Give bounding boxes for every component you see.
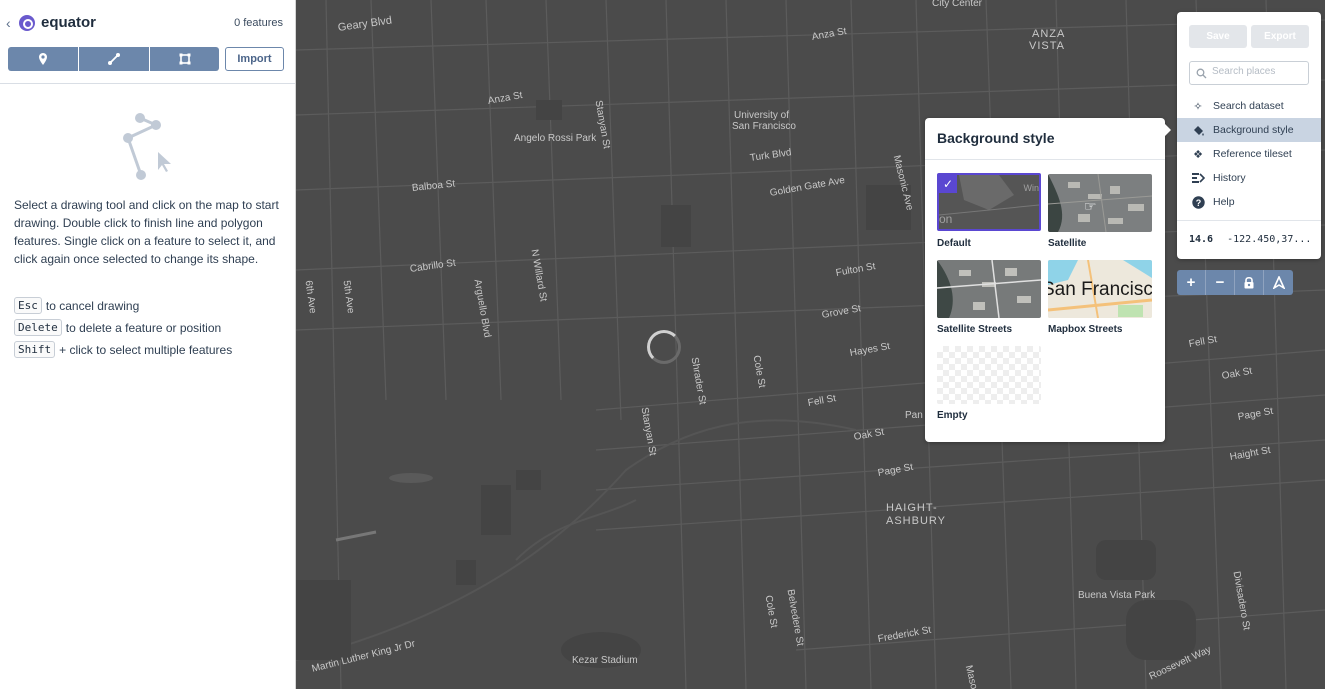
draw-illustration-icon: [123, 113, 171, 180]
line-icon: [108, 53, 120, 65]
map-label: Kezar Stadium: [572, 655, 638, 666]
shortcut-delete: Delete to delete a feature or position: [14, 319, 221, 336]
kbd-key: Delete: [14, 319, 62, 336]
paint-bucket-icon: [1191, 123, 1205, 137]
style-option-label: Default: [937, 238, 971, 249]
menu-reference-tileset[interactable]: ❖ Reference tileset: [1177, 142, 1321, 166]
export-button[interactable]: Export: [1251, 25, 1309, 48]
app-logo-icon: [19, 15, 35, 31]
polygon-icon: [179, 53, 190, 65]
search-places-field[interactable]: [1189, 61, 1309, 85]
sidebar-header: ‹ equator 0 features Import: [0, 0, 295, 84]
search-icon: [1196, 68, 1207, 79]
kbd-key: Esc: [14, 297, 42, 314]
help-icon: ?: [1191, 195, 1205, 209]
shortcut-text: to delete a feature or position: [65, 320, 222, 335]
map-label: Pan: [905, 410, 923, 421]
map-label: City Center: [932, 0, 983, 9]
menu-help[interactable]: ? Help: [1177, 190, 1321, 214]
style-option-label: Empty: [937, 410, 968, 421]
lock-icon: [1244, 276, 1254, 289]
map-label: Buena Vista Park: [1078, 590, 1156, 601]
satellite-thumb: [1048, 174, 1152, 232]
style-option-label: Mapbox Streets: [1048, 324, 1123, 335]
map-label: HAIGHT-: [886, 502, 938, 514]
map-label: Angelo Rossi Park: [514, 133, 597, 144]
lnglat: -122.450,37...: [1227, 234, 1312, 245]
style-option-mapbox-streets[interactable]: San Francisco: [1048, 260, 1152, 318]
menu-label: History: [1213, 172, 1246, 184]
compass-arrow-icon: [1272, 276, 1285, 289]
sparkle-icon: ✧: [1193, 100, 1203, 113]
save-button[interactable]: Save: [1189, 25, 1247, 48]
feature-count: 0 features: [234, 17, 283, 29]
style-option-satellite[interactable]: ☞: [1048, 174, 1152, 232]
map-label: University of: [734, 110, 790, 121]
loading-spinner: [647, 330, 681, 364]
zoom-level: 14.6: [1189, 234, 1214, 245]
svg-text:?: ?: [1195, 198, 1201, 208]
shortcut-esc: Esc to cancel drawing: [14, 297, 139, 314]
background-style-popup: Background style on Win ✓ Default ☞ Sate…: [925, 118, 1171, 442]
menu-label: Reference tileset: [1213, 148, 1292, 160]
popup-title: Background style: [925, 118, 1165, 160]
app-name: equator: [41, 14, 97, 31]
style-option-satellite-streets[interactable]: [937, 260, 1041, 318]
style-option-label: Satellite: [1048, 238, 1087, 249]
shortcut-text: + click to select multiple features: [59, 342, 233, 357]
drawing-instructions: Select a drawing tool and click on the m…: [14, 198, 279, 266]
map-label: VISTA: [1029, 40, 1065, 52]
map-label: San Francisco: [732, 121, 796, 132]
kbd-key: Shift: [14, 341, 56, 358]
menu-history[interactable]: History: [1177, 166, 1321, 190]
tileset-icon: ❖: [1193, 148, 1203, 161]
style-option-empty[interactable]: [937, 346, 1041, 404]
menu-background-style[interactable]: Background style: [1177, 118, 1321, 142]
satellite-streets-thumb: [937, 260, 1041, 318]
thumb-text: Win: [1023, 183, 1040, 193]
style-option-default[interactable]: on Win ✓: [937, 173, 1041, 231]
zoom-in-button[interactable]: +: [1177, 270, 1206, 295]
zoom-out-button[interactable]: −: [1206, 270, 1235, 295]
draw-point-button[interactable]: [8, 47, 79, 71]
cursor-hand-icon: ☞: [1084, 198, 1097, 214]
draw-polygon-button[interactable]: [150, 47, 219, 71]
search-input[interactable]: [1212, 66, 1306, 77]
menu-search-dataset[interactable]: ✧ Search dataset: [1177, 94, 1321, 118]
menu-label: Search dataset: [1213, 100, 1284, 112]
lock-button[interactable]: [1235, 270, 1264, 295]
import-button[interactable]: Import: [225, 47, 284, 71]
street-grid: [296, 0, 1325, 689]
compass-button[interactable]: [1264, 270, 1293, 295]
coordinates-readout: 14.6 -122.450,37...: [1177, 220, 1321, 259]
draw-toolbar: [8, 47, 219, 71]
shortcut-shift: Shift + click to select multiple feature…: [14, 341, 232, 358]
draw-line-button[interactable]: [79, 47, 150, 71]
map-canvas[interactable]: City Center Geary Blvd Anza St ANZA VIST…: [296, 0, 1325, 689]
shortcut-text: to cancel drawing: [45, 298, 140, 313]
map-controls: + −: [1177, 270, 1293, 295]
menu-label: Background style: [1213, 124, 1294, 136]
map-label: ASHBURY: [886, 515, 946, 527]
history-icon: [1191, 171, 1205, 185]
thumb-text: San Francisco: [1048, 279, 1152, 300]
sidebar: ‹ equator 0 features Import Select a dra…: [0, 0, 296, 689]
right-panel: Save Export ✧ Search dataset Background …: [1177, 12, 1321, 259]
check-icon: ✓: [939, 175, 957, 193]
menu-label: Help: [1213, 196, 1235, 208]
thumb-text: on: [939, 212, 953, 226]
marker-icon: [39, 53, 47, 65]
style-option-label: Satellite Streets: [937, 324, 1013, 335]
map-label: ANZA: [1032, 28, 1066, 40]
back-chevron-icon[interactable]: ‹: [6, 15, 11, 31]
